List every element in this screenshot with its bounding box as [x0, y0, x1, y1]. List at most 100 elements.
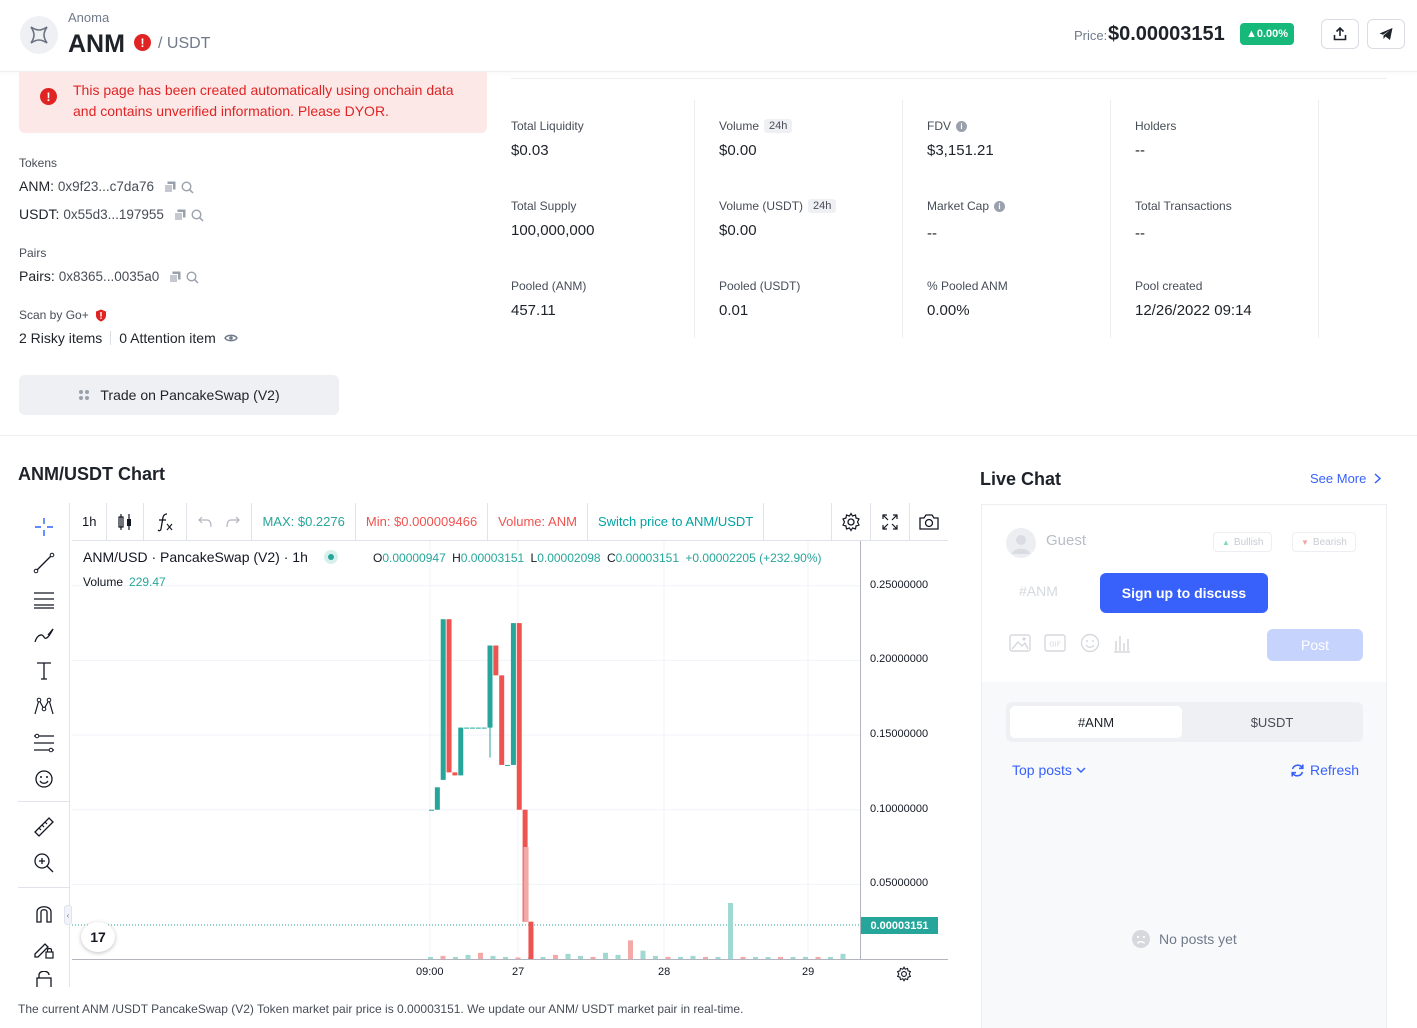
switch-price-button[interactable]: Switch price to ANM/USDT [588, 502, 765, 541]
stat-total-transactions: Total Transactions -- [1135, 196, 1343, 242]
trend-line-tool[interactable] [30, 549, 58, 577]
refresh-button[interactable]: Refresh [1290, 762, 1359, 778]
undo-icon[interactable] [197, 515, 213, 529]
candle-body [528, 921, 534, 959]
screenshot-button[interactable] [909, 502, 948, 541]
share-button[interactable] [1321, 19, 1359, 49]
fib-tool[interactable] [30, 729, 58, 757]
svg-text:GIF: GIF [1049, 641, 1061, 649]
max-price: MAX: $0.2276 [252, 502, 356, 541]
token-address[interactable]: 0x55d3...197955 [63, 207, 164, 222]
empty-state-text: No posts yet [1159, 931, 1237, 947]
price-tick-label: 0.15000000 [870, 728, 929, 741]
time-axis[interactable]: 09:00 27 28 29 [72, 959, 948, 987]
stat-value: 457.11 [511, 302, 556, 319]
time-tick-label: 29 [802, 966, 815, 978]
candle-body [440, 619, 446, 780]
lock-tool[interactable] [30, 971, 58, 987]
lock-drawings-tool[interactable] [30, 935, 58, 963]
open-label: O [373, 551, 383, 565]
stat-market-cap: Market Cap i -- [927, 196, 1135, 242]
pair-address[interactable]: 0x8365...0035a0 [59, 269, 160, 284]
ohlc-values: O0.00000947 H0.00003151 L0.00002098 C0.0… [373, 551, 822, 565]
token-address[interactable]: 0x9f23...c7da76 [58, 179, 154, 194]
smiley-icon [35, 770, 53, 788]
symbol-legend: ANM/USD · PancakeSwap (V2) · 1h [83, 549, 308, 565]
copy-icon[interactable] [169, 271, 181, 283]
candle-body [493, 645, 499, 676]
eye-icon[interactable] [223, 333, 238, 343]
unverified-warning-icon[interactable]: ! [134, 34, 151, 51]
volume-unit[interactable]: Volume: ANM [488, 502, 588, 541]
candle-body [499, 675, 505, 765]
stat-value: $0.00 [719, 222, 757, 239]
emoji-button[interactable] [1078, 632, 1102, 654]
caret-up-icon: ▲ [1222, 537, 1230, 547]
fib-levels-icon [34, 733, 54, 753]
price-tick-label: 0.25000000 [870, 578, 929, 591]
magnet-tool[interactable] [30, 899, 58, 927]
candle-body [464, 727, 470, 729]
search-icon[interactable] [181, 181, 194, 194]
text-tool[interactable] [30, 657, 58, 685]
attention-items[interactable]: 0 Attention item [119, 330, 216, 346]
post-button[interactable]: Post [1267, 629, 1363, 661]
price-axis[interactable]: 0.25000000 0.20000000 0.15000000 0.10000000… [860, 541, 948, 959]
stat-label: Pooled (USDT) [719, 279, 801, 293]
copy-icon[interactable] [173, 209, 186, 221]
stat-label: Total Liquidity [511, 119, 584, 133]
copy-icon[interactable] [163, 181, 176, 193]
token-name: USDT: [19, 206, 60, 222]
crosshair-tool[interactable] [30, 513, 58, 541]
interval-selector[interactable]: 1h [72, 502, 108, 541]
info-icon[interactable]: i [994, 200, 1006, 212]
bullish-button[interactable]: ▲ Bullish [1213, 532, 1273, 552]
price-value: $0.00003151 [1108, 23, 1225, 45]
zoom-tool[interactable] [30, 849, 58, 877]
telegram-button[interactable] [1367, 19, 1405, 49]
stat-label: % Pooled ANM [927, 279, 1008, 293]
stat-pooled-usdt: Pooled (USDT) 0.01 [719, 276, 927, 319]
tokens-label: Tokens [19, 156, 58, 170]
tab-anm[interactable]: #ANM [1010, 706, 1182, 738]
search-icon[interactable] [191, 209, 204, 222]
indicators-button[interactable] [144, 502, 188, 541]
candle-body [475, 727, 481, 729]
poll-button[interactable] [1110, 632, 1134, 654]
axis-settings-icon[interactable] [896, 966, 912, 982]
see-more-link[interactable]: See More [1310, 471, 1382, 486]
fullscreen-button[interactable] [871, 503, 909, 541]
stat-value: -- [927, 225, 937, 242]
pairs-label: Pairs [19, 246, 47, 260]
signup-button[interactable]: Sign up to discuss [1100, 573, 1268, 613]
gif-button[interactable]: GIF [1043, 632, 1067, 654]
collapse-toolbar-handle[interactable]: ‹ [64, 905, 72, 925]
redo-icon[interactable] [225, 515, 241, 529]
search-icon[interactable] [186, 271, 199, 284]
info-icon[interactable]: i [956, 120, 967, 132]
bearish-label: Bearish [1312, 536, 1347, 548]
sort-dropdown[interactable]: Top posts [1012, 762, 1086, 778]
candle-body [487, 645, 493, 728]
chart-plot-area[interactable] [72, 541, 860, 959]
open-value: 0.00000947 [382, 551, 446, 565]
scan-results: 2 Risky items 0 Attention item [19, 330, 238, 346]
candle-body [452, 772, 458, 776]
chart-settings-button[interactable] [831, 502, 871, 541]
emoji-tool[interactable] [30, 765, 58, 793]
candle-body [516, 623, 522, 810]
candlestick-chart[interactable] [72, 541, 860, 959]
measure-tool[interactable] [30, 813, 58, 841]
tab-usdt[interactable]: $USDT [1186, 706, 1358, 738]
trade-button[interactable]: Trade on PancakeSwap (V2) [19, 375, 339, 415]
close-label: C [606, 551, 616, 565]
risky-items[interactable]: 2 Risky items [19, 330, 102, 346]
image-upload-button[interactable] [1008, 632, 1032, 654]
candle-body [505, 764, 511, 766]
chart-type-button[interactable] [107, 502, 145, 541]
horizontal-lines-tool[interactable] [30, 585, 58, 613]
bearish-button[interactable]: ▼ Bearish [1292, 532, 1356, 552]
tradingview-logo[interactable]: 17 [81, 922, 115, 952]
pattern-tool[interactable] [30, 693, 58, 721]
brush-tool[interactable] [30, 621, 58, 649]
